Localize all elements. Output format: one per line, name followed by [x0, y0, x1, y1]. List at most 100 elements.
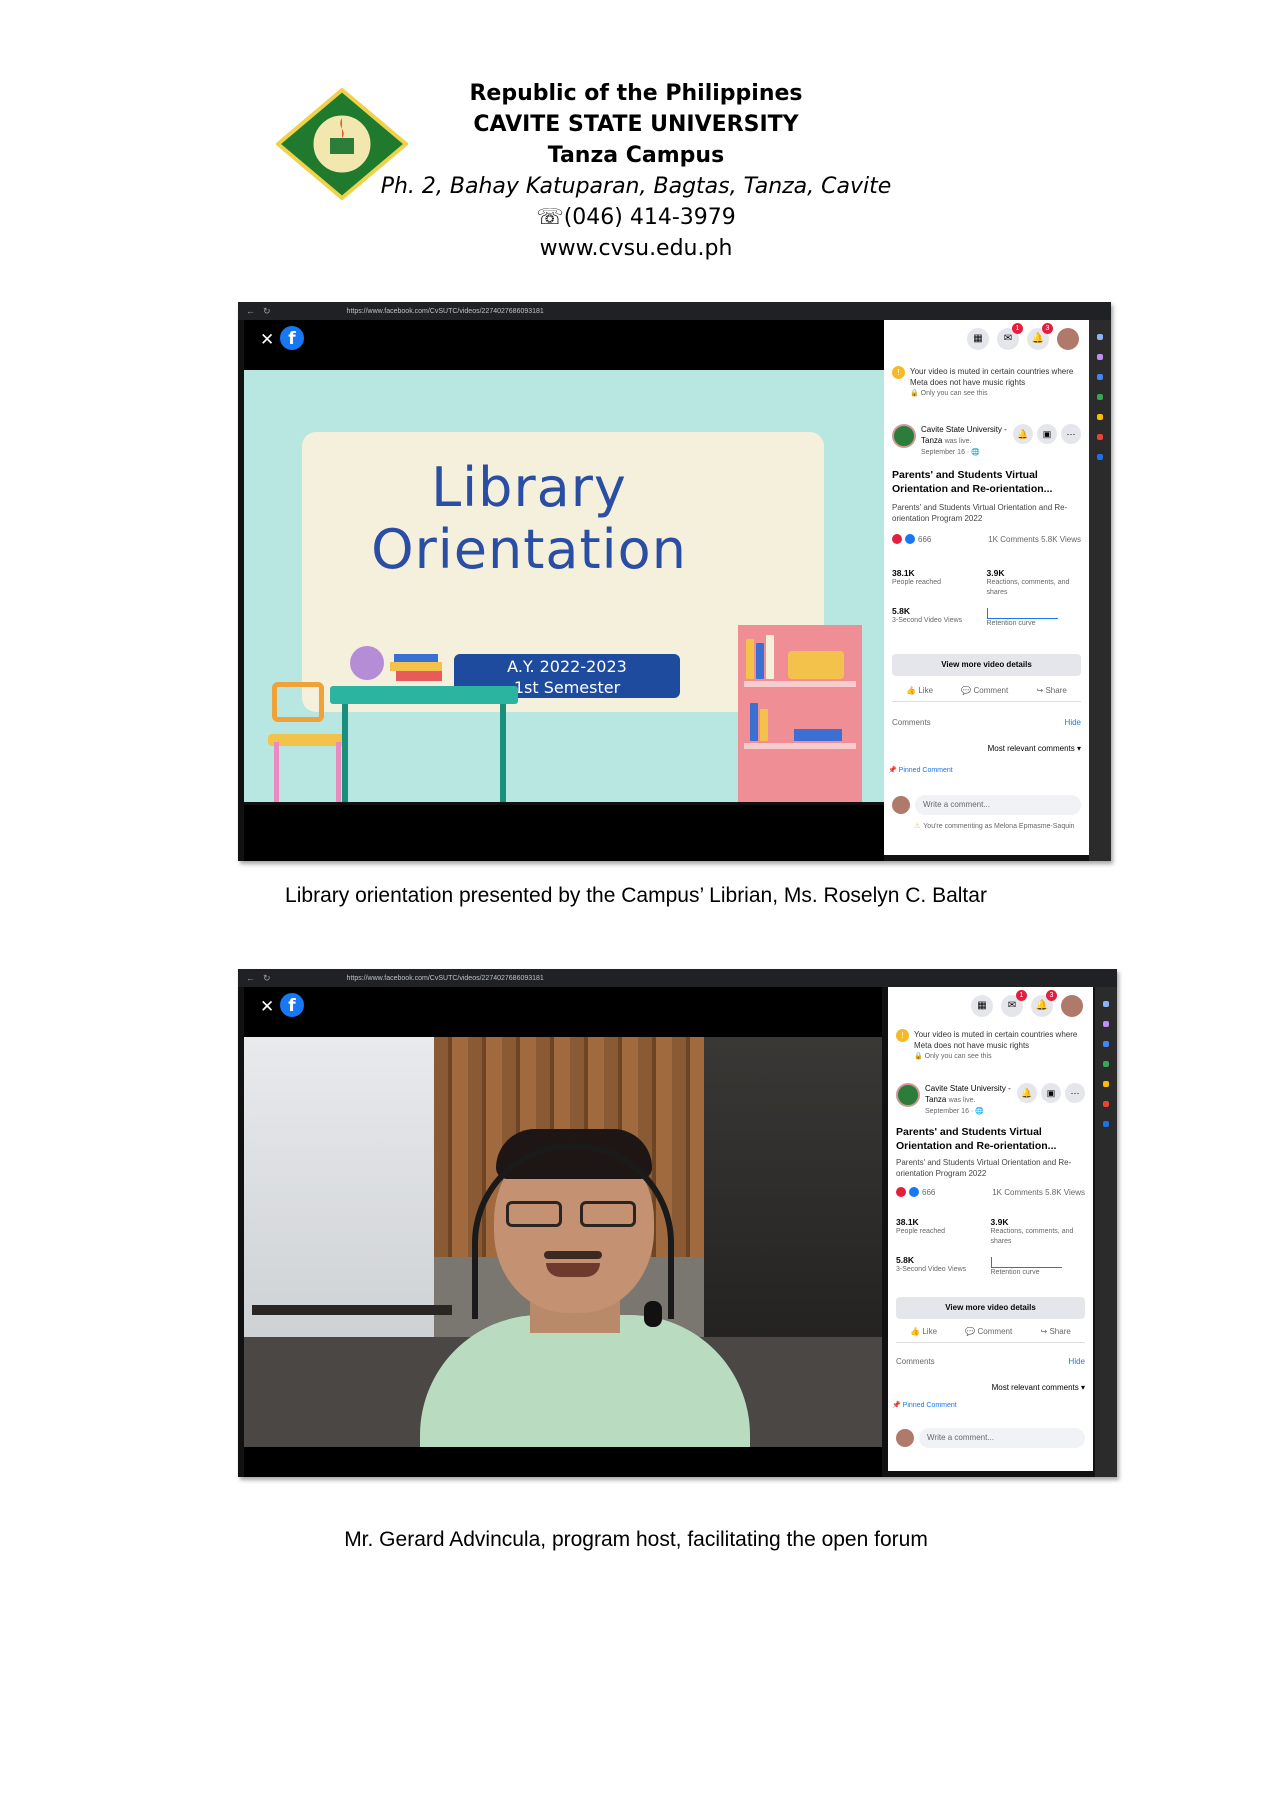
facebook-logo-icon[interactable]: f — [280, 326, 304, 350]
commenter-avatar — [892, 796, 910, 814]
post-date[interactable]: September 16 · 🌐 — [921, 447, 1013, 458]
search-icon[interactable] — [1097, 334, 1103, 340]
save-icon[interactable]: ▣ — [1041, 1083, 1061, 1103]
desk-leg — [342, 704, 348, 802]
extension-icon[interactable] — [1097, 354, 1103, 360]
page-header: Cavite State University - Tanza was live… — [896, 1083, 1085, 1117]
bell-icon[interactable]: 🔔 — [1013, 424, 1033, 444]
comment-button[interactable]: 💬 Comment — [961, 686, 1008, 695]
extension-icon[interactable] — [1103, 1041, 1109, 1047]
close-icon[interactable]: ✕ — [260, 330, 274, 350]
extension-icon[interactable] — [1097, 414, 1103, 420]
search-icon[interactable] — [1103, 1001, 1109, 1007]
more-icon[interactable]: ⋯ — [1065, 1083, 1085, 1103]
desk-illustration — [330, 686, 518, 704]
browser-address-bar[interactable]: ← ↻ https://www.facebook.com/CvSUTC/vide… — [238, 302, 1111, 320]
video-top-bar — [244, 987, 882, 1037]
reactions-row: 666 1K Comments 5.8K Views — [896, 1187, 1085, 1197]
extension-icon[interactable] — [1103, 1081, 1109, 1087]
reaction-count[interactable]: 666 — [918, 535, 931, 544]
browser-address-bar[interactable]: ← ↻ https://www.facebook.com/CvSUTC/vide… — [238, 969, 1117, 987]
view-more-details-button[interactable]: View more video details — [896, 1297, 1085, 1319]
page-avatar[interactable] — [896, 1083, 920, 1107]
retention-curve-chart — [990, 1257, 1062, 1268]
comments-views-count[interactable]: 1K Comments 5.8K Views — [988, 535, 1081, 544]
comment-sort-dropdown[interactable]: Most relevant comments ▾ — [992, 1383, 1085, 1392]
browser-side-rail — [1089, 320, 1111, 861]
share-button[interactable]: ↪ Share — [1037, 686, 1067, 695]
comment-sort-dropdown[interactable]: Most relevant comments ▾ — [988, 744, 1081, 753]
reload-icon[interactable]: ↻ — [263, 306, 271, 317]
video-info-panel: ▦ ✉ 1 🔔 3 ! Your video is muted in certain… — [884, 320, 1089, 855]
extension-icon[interactable] — [1097, 454, 1103, 460]
messenger-icon[interactable]: ✉ 1 — [1001, 990, 1027, 1017]
comments-views-count[interactable]: 1K Comments 5.8K Views — [992, 1188, 1085, 1197]
menu-grid-icon[interactable]: ▦ — [967, 328, 989, 350]
extension-icon[interactable] — [1097, 434, 1103, 440]
back-icon[interactable]: ← — [246, 973, 255, 983]
facebook-logo-icon[interactable]: f — [280, 993, 304, 1017]
messenger-badge: 1 — [1016, 990, 1027, 1001]
video-top-bar — [244, 320, 884, 370]
video-bottom-bar — [244, 1447, 882, 1477]
notifications-bell-icon[interactable]: 🔔 3 — [1027, 323, 1053, 350]
commenting-as-notice: You're commenting as Melona Epmasme-Saqu… — [914, 822, 1074, 830]
chair-leg — [336, 742, 341, 802]
campus-website[interactable]: www.cvsu.edu.ph — [0, 233, 1272, 264]
hide-comments-link[interactable]: Hide — [1069, 1357, 1085, 1366]
retention-curve-label: Retention curve — [990, 1269, 1040, 1276]
comment-label: Comment — [977, 1327, 1013, 1336]
desk-leg — [500, 704, 506, 802]
profile-avatar[interactable] — [1061, 995, 1083, 1017]
save-icon[interactable]: ▣ — [1037, 424, 1057, 444]
extension-icon[interactable] — [1097, 394, 1103, 400]
video-bottom-bar — [244, 805, 884, 861]
messenger-icon[interactable]: ✉ 1 — [997, 323, 1023, 350]
share-label: Share — [1045, 686, 1067, 695]
page-avatar[interactable] — [892, 424, 916, 448]
people-reached-label: People reached — [896, 1228, 946, 1235]
reload-icon[interactable]: ↻ — [263, 973, 271, 984]
caption-library-orientation: Library orientation presented by the Cam… — [285, 884, 987, 907]
love-reaction-icon — [896, 1187, 906, 1197]
bell-icon[interactable]: 🔔 — [1017, 1083, 1037, 1103]
caption-program-host: Mr. Gerard Advincula, program host, faci… — [344, 1528, 928, 1551]
warning-icon: ! — [892, 366, 905, 379]
close-icon[interactable]: ✕ — [260, 997, 274, 1017]
extension-icon[interactable] — [1103, 1061, 1109, 1067]
host-video-frame — [244, 1037, 882, 1447]
republic-line: Republic of the Philippines — [469, 81, 803, 106]
reactions-row: 666 1K Comments 5.8K Views — [892, 534, 1081, 544]
comments-label: Comments — [892, 718, 931, 727]
back-icon[interactable]: ← — [246, 306, 255, 316]
profile-avatar[interactable] — [1057, 328, 1079, 350]
like-reaction-icon — [905, 534, 915, 544]
host-mouth — [546, 1263, 600, 1277]
url-text[interactable]: https://www.facebook.com/CvSUTC/videos/2… — [347, 975, 544, 982]
view-more-details-button[interactable]: View more video details — [892, 654, 1081, 676]
academic-year: A.Y. 2022-2023 — [507, 657, 627, 676]
hide-comments-link[interactable]: Hide — [1065, 718, 1081, 727]
post-date[interactable]: September 16 · 🌐 — [925, 1106, 1017, 1117]
like-reaction-icon — [909, 1187, 919, 1197]
extension-icon[interactable] — [1097, 374, 1103, 380]
extension-icon[interactable] — [1103, 1021, 1109, 1027]
extension-icon[interactable] — [1103, 1101, 1109, 1107]
video-views-label: 3-Second Video Views — [892, 617, 963, 624]
menu-grid-icon[interactable]: ▦ — [971, 995, 993, 1017]
comment-input[interactable]: Write a comment... — [919, 1428, 1085, 1448]
notifications-bell-icon[interactable]: 🔔 3 — [1031, 990, 1057, 1017]
url-text[interactable]: https://www.facebook.com/CvSUTC/videos/2… — [347, 308, 544, 315]
extension-icon[interactable] — [1103, 1121, 1109, 1127]
comment-button[interactable]: 💬 Comment — [965, 1327, 1012, 1336]
reaction-count[interactable]: 666 — [922, 1188, 935, 1197]
share-button[interactable]: ↪ Share — [1041, 1327, 1071, 1336]
like-button[interactable]: 👍 Like — [906, 686, 933, 695]
university-name: CAVITE STATE UNIVERSITY — [473, 112, 799, 137]
comment-input[interactable]: Write a comment... — [915, 795, 1081, 815]
retention-curve-chart — [986, 608, 1058, 619]
like-button[interactable]: 👍 Like — [910, 1327, 937, 1336]
people-reached-value: 38.1K — [892, 568, 915, 578]
campus-address: Ph. 2, Bahay Katuparan, Bagtas, Tanza, C… — [380, 174, 892, 199]
more-icon[interactable]: ⋯ — [1061, 424, 1081, 444]
